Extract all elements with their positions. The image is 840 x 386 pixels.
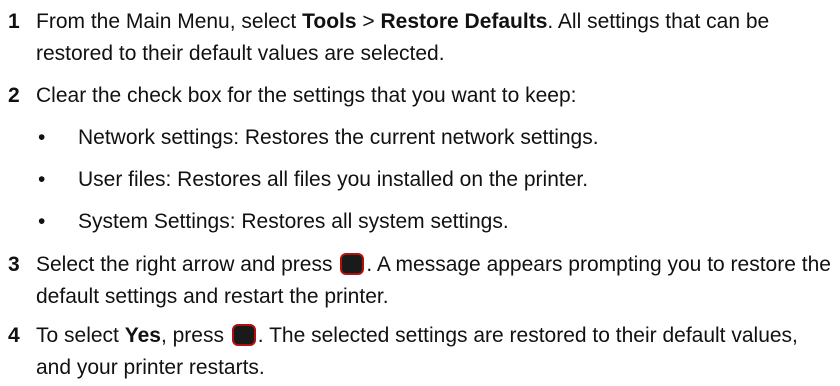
step-number: 4 bbox=[8, 324, 20, 347]
step-number: 2 bbox=[8, 84, 20, 107]
bullet-text: System Settings: Restores all system set… bbox=[78, 210, 509, 233]
bullet-text: User files: Restores all files you insta… bbox=[78, 168, 589, 191]
menu-tools-label: Tools bbox=[302, 10, 357, 33]
step-text: Clear the check box for the settings tha… bbox=[36, 84, 577, 107]
bullet-glyph: • bbox=[38, 168, 46, 191]
step-text: From the Main Menu, select Tools > Resto… bbox=[36, 10, 770, 65]
bullet-user-files: • User files: Restores all files you ins… bbox=[38, 164, 828, 196]
step-number: 3 bbox=[8, 253, 20, 276]
step-text: Select the right arrow and press . A mes… bbox=[36, 253, 831, 308]
step-text: To select Yes, press . The selected sett… bbox=[36, 324, 798, 379]
select-button-icon bbox=[340, 253, 365, 275]
step-3: 3 Select the right arrow and press . A m… bbox=[8, 249, 838, 313]
bullet-glyph: • bbox=[38, 210, 46, 233]
instruction-document: 1 From the Main Menu, select Tools > Res… bbox=[0, 0, 840, 386]
bullet-glyph: • bbox=[38, 126, 46, 149]
menu-restore-defaults-label: Restore Defaults bbox=[380, 10, 548, 33]
bullet-network-settings: • Network settings: Restores the current… bbox=[38, 122, 828, 154]
step-4: 4 To select Yes, press . The selected se… bbox=[8, 320, 838, 384]
bullet-system-settings: • System Settings: Restores all system s… bbox=[38, 206, 828, 238]
step-1: 1 From the Main Menu, select Tools > Res… bbox=[8, 6, 838, 70]
step-number: 1 bbox=[8, 10, 20, 33]
step-2: 2 Clear the check box for the settings t… bbox=[8, 80, 838, 112]
bullet-text: Network settings: Restores the current n… bbox=[78, 126, 599, 149]
select-button-icon bbox=[231, 324, 256, 346]
option-yes-label: Yes bbox=[124, 324, 161, 347]
